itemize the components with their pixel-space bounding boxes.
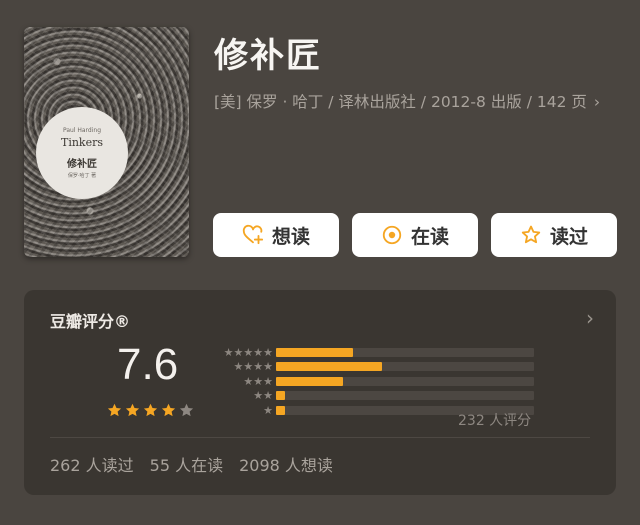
star-icon: ★ — [253, 374, 264, 388]
rating-bar-fill — [276, 391, 286, 401]
chevron-right-icon: › — [593, 93, 601, 111]
have-read-label: 读过 — [549, 225, 588, 248]
star-icon: ★ — [253, 345, 264, 359]
rating-count: 232 人评分 — [458, 413, 532, 429]
star-icon: ★ — [263, 374, 273, 388]
rating-bar-fill — [276, 362, 382, 372]
star-icon: ★ — [243, 374, 254, 388]
target-circle-icon — [382, 225, 402, 245]
star-icon: ★ — [233, 345, 244, 359]
rating-row-stars: ★ ★ ★ — [209, 376, 273, 387]
star-filled-icon — [161, 403, 176, 417]
star-icon: ★ — [253, 389, 264, 403]
score-stars — [106, 402, 195, 419]
rating-bar-track — [276, 391, 534, 401]
book-cover[interactable]: Paul Harding Tinkers 修补匠 保罗·哈丁 著 — [24, 27, 189, 257]
rating-row-stars: ★ ★ — [209, 390, 273, 401]
rating-row-5-star: ★ ★ ★ ★ ★ — [209, 345, 534, 360]
star-icon: ★ — [263, 389, 273, 403]
book-meta-link[interactable]: [美] 保罗 · 哈丁 / 译林出版社 / 2012-8 出版 / 142 页 … — [214, 90, 619, 114]
rating-bar-fill — [276, 405, 286, 415]
book-meta: [美] 保罗 · 哈丁 / 译林出版社 / 2012-8 出版 / 142 页 — [214, 93, 587, 111]
star-icon: ★ — [223, 345, 234, 359]
reader-stats: 262 人读过 55 人在读 2098 人想读 — [50, 452, 333, 476]
star-icon: ★ — [263, 360, 273, 374]
reading-label: 在读 — [410, 225, 449, 248]
want-count[interactable]: 2098 人想读 — [239, 452, 333, 476]
book-title: 修补匠 — [214, 36, 322, 76]
divider — [50, 437, 590, 438]
rating-row-stars: ★ ★ ★ ★ — [209, 360, 274, 374]
rating-row-stars: ★ ★ ★ ★ ★ — [209, 347, 273, 358]
rating-bar-fill — [276, 347, 354, 357]
cover-author: Paul Harding — [62, 127, 102, 134]
star-icon: ★ — [253, 360, 264, 374]
star-filled-icon — [143, 403, 158, 417]
rating-row-2-star: ★ ★ — [209, 389, 534, 404]
star-empty-icon — [179, 403, 194, 417]
reading-button[interactable]: 在读 — [352, 213, 478, 257]
rating-card[interactable]: 豆瓣评分® › 7.6 ★ ★ ★ ★ ★ ★ ★ ★ ★ ★ ★ ★ ★ ★ ★ 232 人评分 262 … — [24, 290, 616, 495]
star-filled-icon — [107, 403, 122, 417]
rating-bar-track — [276, 362, 534, 372]
reading-status-actions: 想读 在读 读过 — [213, 213, 617, 257]
rating-row-4-star: ★ ★ ★ ★ — [209, 360, 534, 375]
want-to-read-button[interactable]: 想读 — [213, 213, 339, 257]
rating-row-3-star: ★ ★ ★ — [209, 374, 534, 389]
star-icon: ★ — [233, 360, 244, 374]
cover-badge: Paul Harding Tinkers 修补匠 保罗·哈丁 著 — [36, 107, 128, 199]
star-icon: ★ — [243, 360, 254, 374]
star-icon: ★ — [263, 345, 273, 359]
read-count[interactable]: 262 人读过 — [50, 452, 134, 476]
cover-title-cn: 修补匠 — [67, 159, 97, 170]
heart-plus-icon — [242, 224, 264, 245]
reading-count[interactable]: 55 人在读 — [150, 452, 223, 476]
rating-distribution: ★ ★ ★ ★ ★ ★ ★ ★ ★ ★ ★ ★ ★ ★ ★ — [209, 345, 534, 418]
star-icon: ★ — [263, 403, 273, 417]
star-outline-icon — [521, 225, 541, 244]
star-icon: ★ — [243, 345, 254, 359]
star-filled-icon — [125, 403, 140, 417]
cover-title-en: Tinkers — [60, 136, 104, 149]
rating-score: 7.6 — [117, 340, 179, 389]
rating-bar-track — [276, 347, 534, 357]
want-to-read-label: 想读 — [271, 225, 310, 248]
rating-title: 豆瓣评分® — [50, 312, 131, 331]
cover-subtitle: 保罗·哈丁 著 — [67, 173, 97, 179]
have-read-button[interactable]: 读过 — [491, 213, 617, 257]
chevron-right-icon[interactable]: › — [586, 306, 594, 330]
rating-bar-track — [276, 376, 534, 386]
rating-row-stars: ★ — [209, 405, 273, 416]
rating-bar-fill — [276, 376, 344, 386]
